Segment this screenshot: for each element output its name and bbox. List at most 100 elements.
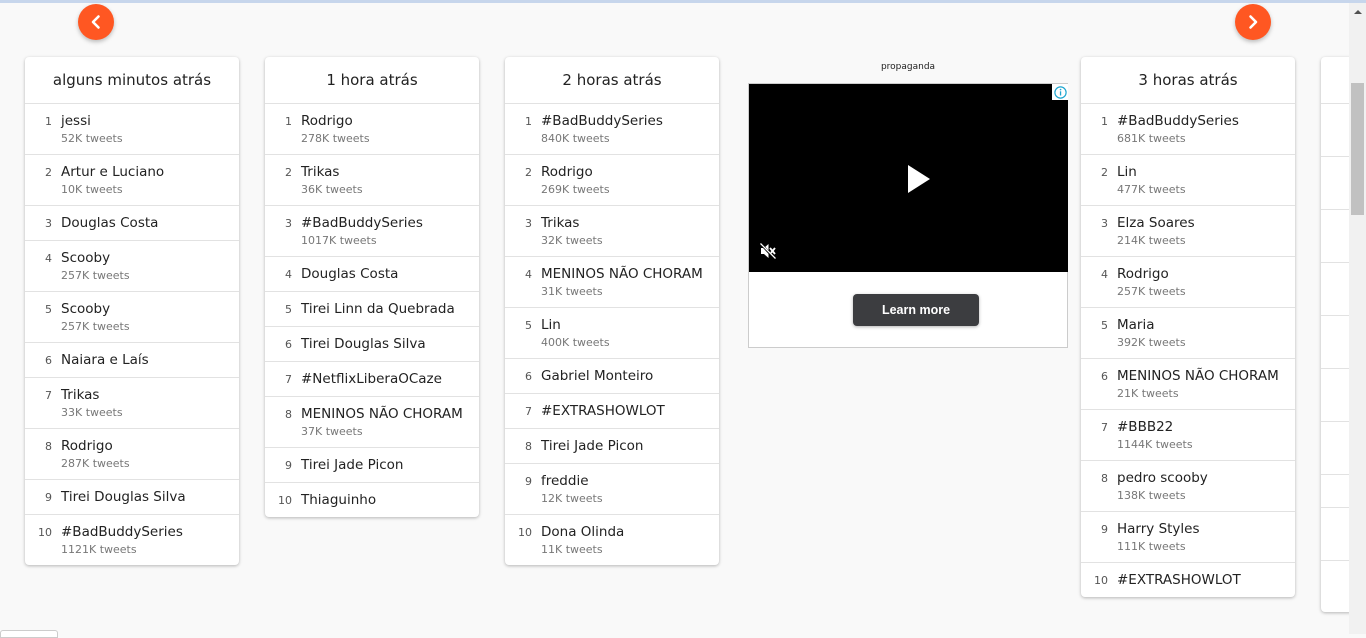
play-icon[interactable] xyxy=(907,165,931,193)
trend-rank: 8 xyxy=(1101,472,1108,485)
trend-item[interactable]: 9 Harry Styles 111K tweets xyxy=(1081,512,1295,563)
trend-name[interactable]: #BadBuddySeries xyxy=(541,112,663,130)
tweet-count: 32K tweets xyxy=(541,234,603,247)
trend-name[interactable]: Tirei Douglas Silva xyxy=(301,335,426,353)
trend-name[interactable]: Elza Soares xyxy=(1117,214,1195,232)
scroll-up-arrow-icon[interactable] xyxy=(1354,10,1362,14)
trend-name[interactable]: Rodrigo xyxy=(541,163,610,181)
previous-button[interactable] xyxy=(78,4,114,40)
trend-item[interactable]: 4 MENINOS NÃO CHORAM 31K tweets xyxy=(505,257,719,308)
trend-item[interactable]: 5 Scooby 257K tweets xyxy=(25,292,239,343)
trend-name[interactable]: MENINOS NÃO CHORAM xyxy=(541,265,703,283)
trend-item[interactable]: 8 Rodrigo 287K tweets xyxy=(25,429,239,480)
trend-name[interactable]: Lin xyxy=(541,316,610,334)
trend-name[interactable]: #EXTRASHOWLOT xyxy=(541,402,665,420)
trend-name[interactable]: Trikas xyxy=(541,214,603,232)
trend-name[interactable]: Tirei Douglas Silva xyxy=(61,488,186,506)
trend-item[interactable]: 4 Douglas Costa xyxy=(265,257,479,292)
trend-name[interactable]: #BadBuddySeries xyxy=(1117,112,1239,130)
trend-item[interactable]: 10 Dona Olinda 11K tweets xyxy=(505,515,719,565)
trend-item[interactable]: 10 #BadBuddySeries 1121K tweets xyxy=(25,515,239,565)
trend-name[interactable]: #BadBuddySeries xyxy=(301,214,423,232)
trend-item[interactable]: 3 #BadBuddySeries 1017K tweets xyxy=(265,206,479,257)
trend-item[interactable]: 5 Lin 400K tweets xyxy=(505,308,719,359)
trend-body: Rodrigo 278K tweets xyxy=(292,112,370,147)
trend-name[interactable]: pedro scooby xyxy=(1117,469,1208,487)
trend-name[interactable]: Trikas xyxy=(61,386,123,404)
trend-item[interactable]: 8 MENINOS NÃO CHORAM 37K tweets xyxy=(265,397,479,448)
info-icon[interactable] xyxy=(1052,84,1068,100)
trend-name[interactable]: Douglas Costa xyxy=(301,265,398,283)
trend-name[interactable]: Thiaguinho xyxy=(301,491,376,509)
trend-item[interactable]: 10 #EXTRASHOWLOT xyxy=(1081,563,1295,597)
trend-name[interactable]: freddie xyxy=(541,472,603,490)
trend-item[interactable]: 3 Trikas 32K tweets xyxy=(505,206,719,257)
trend-item[interactable]: 6 Gabriel Monteiro xyxy=(505,359,719,394)
trend-item[interactable]: 3 Elza Soares 214K tweets xyxy=(1081,206,1295,257)
trend-name[interactable]: Rodrigo xyxy=(1117,265,1186,283)
trend-name[interactable]: Gabriel Monteiro xyxy=(541,367,653,385)
trend-item[interactable]: 9 Tirei Jade Picon xyxy=(265,448,479,483)
trend-name[interactable]: #BBB22 xyxy=(1117,418,1193,436)
trend-name[interactable]: #BadBuddySeries xyxy=(61,523,183,541)
trend-name[interactable]: Scooby xyxy=(61,300,130,318)
trend-item[interactable]: 7 Trikas 33K tweets xyxy=(25,378,239,429)
trend-name[interactable]: Rodrigo xyxy=(301,112,370,130)
trend-name[interactable]: Harry Styles xyxy=(1117,520,1200,538)
trend-item[interactable]: 4 Rodrigo 257K tweets xyxy=(1081,257,1295,308)
trend-item[interactable]: 6 Naiara e Laís xyxy=(25,343,239,378)
trend-item[interactable]: 2 Lin 477K tweets xyxy=(1081,155,1295,206)
trend-body: Scooby 257K tweets xyxy=(52,249,130,284)
trend-name[interactable]: Douglas Costa xyxy=(61,214,158,232)
scrollbar-thumb[interactable] xyxy=(1351,83,1364,215)
trend-item[interactable]: 6 Tirei Douglas Silva xyxy=(265,327,479,362)
trend-name[interactable]: #NetflixLiberaOCaze xyxy=(301,370,442,388)
trend-item[interactable]: 4 Scooby 257K tweets xyxy=(25,241,239,292)
trend-item[interactable]: 8 pedro scooby 138K tweets xyxy=(1081,461,1295,512)
trend-item[interactable]: 7 #EXTRASHOWLOT xyxy=(505,394,719,429)
trend-item[interactable]: 7 #NetflixLiberaOCaze xyxy=(265,362,479,397)
trend-name[interactable]: Maria xyxy=(1117,316,1186,334)
trend-name[interactable]: Naiara e Laís xyxy=(61,351,149,369)
trend-item[interactable]: 6 MENINOS NÃO CHORAM 21K tweets xyxy=(1081,359,1295,410)
ad-container[interactable]: Learn more xyxy=(748,83,1068,348)
trend-name[interactable]: Rodrigo xyxy=(61,437,130,455)
trend-name[interactable]: Artur e Luciano xyxy=(61,163,164,181)
trend-name[interactable]: Trikas xyxy=(301,163,363,181)
trend-name[interactable]: jessi xyxy=(61,112,123,130)
trend-name[interactable]: Dona Olinda xyxy=(541,523,624,541)
trend-name[interactable]: MENINOS NÃO CHORAM xyxy=(301,405,463,423)
trend-rank: 7 xyxy=(45,389,52,402)
trend-item[interactable]: 3 Douglas Costa xyxy=(25,206,239,241)
trend-body: Scooby 257K tweets xyxy=(52,300,130,335)
trend-rank: 10 xyxy=(518,526,532,539)
trend-name[interactable]: Tirei Jade Picon xyxy=(541,437,643,455)
trend-item[interactable]: 9 Tirei Douglas Silva xyxy=(25,480,239,515)
trend-item[interactable]: 2 Trikas 36K tweets xyxy=(265,155,479,206)
trend-name[interactable]: MENINOS NÃO CHORAM xyxy=(1117,367,1279,385)
trend-item[interactable]: 1 Rodrigo 278K tweets xyxy=(265,104,479,155)
learn-more-button[interactable]: Learn more xyxy=(853,294,979,326)
trend-item[interactable]: 10 Thiaguinho xyxy=(265,483,479,517)
trend-name[interactable]: #EXTRASHOWLOT xyxy=(1117,571,1241,589)
trend-item[interactable]: 1 #BadBuddySeries 681K tweets xyxy=(1081,104,1295,155)
trend-item[interactable]: 9 freddie 12K tweets xyxy=(505,464,719,515)
trend-item[interactable]: 1 jessi 52K tweets xyxy=(25,104,239,155)
trend-item[interactable]: 7 #BBB22 1144K tweets xyxy=(1081,410,1295,461)
trend-name[interactable]: Scooby xyxy=(61,249,130,267)
ad-video[interactable] xyxy=(749,84,1068,272)
trend-name[interactable]: Tirei Jade Picon xyxy=(301,456,403,474)
trend-item[interactable]: 5 Tirei Linn da Quebrada xyxy=(265,292,479,327)
next-button[interactable] xyxy=(1235,4,1271,40)
trend-name[interactable]: Lin xyxy=(1117,163,1186,181)
trend-item[interactable]: 2 Rodrigo 269K tweets xyxy=(505,155,719,206)
trend-name[interactable]: Tirei Linn da Quebrada xyxy=(301,300,455,318)
card-title: 2 horas atrás xyxy=(505,57,719,104)
trend-item[interactable]: 5 Maria 392K tweets xyxy=(1081,308,1295,359)
chevron-right-icon xyxy=(1249,15,1258,29)
vertical-scrollbar[interactable] xyxy=(1349,3,1366,634)
muted-speaker-icon[interactable] xyxy=(759,242,777,260)
trend-item[interactable]: 1 #BadBuddySeries 840K tweets xyxy=(505,104,719,155)
trend-item[interactable]: 2 Artur e Luciano 10K tweets xyxy=(25,155,239,206)
trend-item[interactable]: 8 Tirei Jade Picon xyxy=(505,429,719,464)
